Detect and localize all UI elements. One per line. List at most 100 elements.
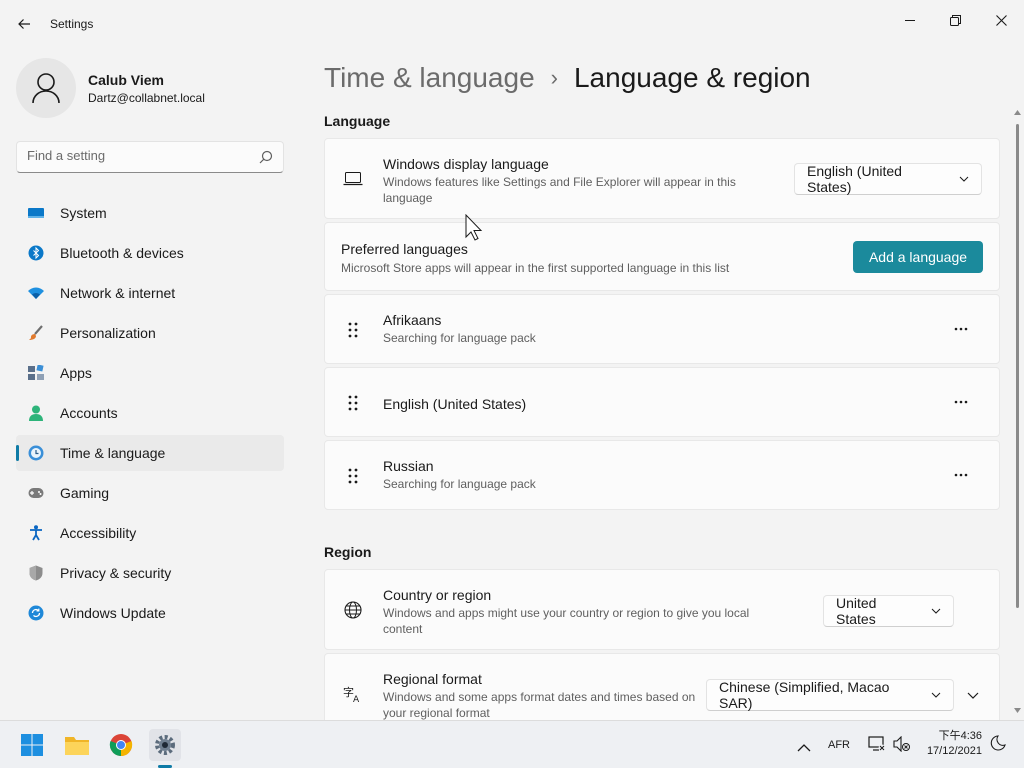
restore-icon [949, 14, 961, 26]
wifi-icon [28, 285, 44, 301]
regional-format-dropdown[interactable]: Chinese (Simplified, Macao SAR) [706, 679, 954, 711]
language-name: English (United States) [383, 396, 527, 412]
sidebar-item-label: Bluetooth & devices [60, 245, 184, 261]
more-options-icon[interactable] [945, 313, 977, 345]
country-region-title: Country or region [383, 587, 492, 603]
sidebar-item-accessibility[interactable]: Accessibility [16, 515, 284, 551]
volume-muted-icon[interactable] [893, 735, 911, 757]
vertical-scrollbar[interactable] [1012, 108, 1022, 720]
regional-format-description: Windows and some apps format dates and t… [383, 690, 696, 720]
settings-icon[interactable] [149, 729, 181, 761]
search-input[interactable] [27, 148, 247, 163]
accounts-icon [28, 405, 44, 421]
country-region-dropdown[interactable]: United States [823, 595, 954, 627]
scroll-up-icon[interactable] [1014, 110, 1021, 115]
country-region-value: United States [836, 595, 877, 627]
sidebar-item-privacy[interactable]: Privacy & security [16, 555, 284, 591]
country-region-description: Windows and apps might use your country … [383, 606, 750, 636]
start-icon[interactable] [16, 729, 48, 761]
drag-handle-icon[interactable] [343, 466, 363, 486]
sidebar-item-time-language[interactable]: Time & language [16, 435, 284, 471]
title-bar: Settings [0, 0, 1024, 48]
person-icon [32, 73, 60, 104]
bluetooth-icon [28, 245, 44, 261]
scroll-thumb[interactable] [1016, 124, 1019, 608]
profile-email: Dartz@collabnet.local [88, 91, 205, 105]
sidebar-item-label: Time & language [60, 445, 166, 461]
chrome-icon[interactable] [105, 729, 137, 761]
regional-format-card: 字A Regional format Windows and some apps… [324, 653, 1000, 720]
focus-assist-icon[interactable] [990, 735, 1006, 758]
sidebar-item-apps[interactable]: Apps [16, 355, 284, 391]
sidebar-item-label: Network & internet [60, 285, 176, 301]
language-name: Afrikaans [383, 312, 442, 328]
accessibility-icon [28, 525, 44, 541]
language-section-title: Language [324, 113, 391, 129]
regional-format-value: Chinese (Simplified, Macao SAR) [719, 679, 890, 711]
clock-time: 下午4:36 [938, 730, 982, 742]
chevron-down-icon [967, 692, 979, 699]
close-button[interactable] [978, 4, 1024, 36]
display-language-title: Windows display language [383, 156, 549, 172]
profile-name: Calub Viem [88, 72, 164, 88]
drag-handle-icon[interactable] [343, 393, 363, 413]
search-box[interactable] [16, 141, 284, 173]
app-title: Settings [50, 17, 94, 31]
sidebar-item-label: Privacy & security [60, 565, 172, 581]
language-format-icon: 字A [343, 684, 363, 704]
display-language-card: Windows display language Windows feature… [324, 138, 1000, 219]
expand-regional-format-button[interactable] [961, 683, 985, 707]
regional-format-title: Regional format [383, 671, 482, 687]
display-language-value: English (United States) [807, 163, 902, 195]
input-indicator[interactable]: AFR [828, 739, 850, 751]
mouse-cursor-icon [465, 214, 483, 241]
sidebar-nav: System Bluetooth & devices Network & int… [16, 195, 284, 635]
sidebar-item-label: Personalization [60, 325, 156, 341]
svg-text:A: A [353, 695, 360, 703]
gamepad-icon [28, 485, 44, 501]
add-language-button[interactable]: Add a language [853, 241, 983, 273]
language-status: Searching for language pack [383, 331, 536, 345]
sidebar-item-windows-update[interactable]: Windows Update [16, 595, 284, 631]
sidebar-item-accounts[interactable]: Accounts [16, 395, 284, 431]
language-item-english[interactable]: English (United States) [324, 367, 1000, 437]
preferred-languages-title: Preferred languages [341, 241, 468, 257]
apps-icon [28, 365, 44, 381]
sidebar-item-system[interactable]: System [16, 195, 284, 231]
scroll-down-icon[interactable] [1014, 708, 1021, 713]
sidebar-item-bluetooth[interactable]: Bluetooth & devices [16, 235, 284, 271]
sidebar-item-label: System [60, 205, 107, 221]
minimize-button[interactable] [887, 4, 933, 36]
back-button[interactable] [10, 10, 38, 38]
restore-button[interactable] [932, 4, 978, 36]
display-language-description: Windows features like Settings and File … [383, 175, 736, 205]
system-icon [28, 205, 44, 221]
chevron-down-icon [931, 608, 941, 614]
shield-icon [28, 565, 44, 581]
clock-date: 17/12/2021 [926, 745, 982, 757]
language-name: Russian [383, 458, 434, 474]
sidebar-item-network[interactable]: Network & internet [16, 275, 284, 311]
sidebar-item-gaming[interactable]: Gaming [16, 475, 284, 511]
globe-icon [343, 600, 363, 620]
breadcrumb-parent[interactable]: Time & language [324, 62, 535, 94]
network-status-icon[interactable] [868, 736, 886, 757]
preferred-languages-description: Microsoft Store apps will appear in the … [341, 261, 730, 275]
search-icon[interactable] [259, 150, 273, 169]
language-item-afrikaans[interactable]: Afrikaans Searching for language pack [324, 294, 1000, 364]
user-profile[interactable]: Calub Viem Dartz@collabnet.local [16, 58, 286, 118]
sidebar-item-label: Accessibility [60, 525, 137, 541]
more-options-icon[interactable] [945, 386, 977, 418]
show-hidden-icons-icon[interactable] [797, 739, 811, 757]
minimize-icon [905, 20, 915, 21]
language-item-russian[interactable]: Russian Searching for language pack [324, 440, 1000, 510]
drag-handle-icon[interactable] [343, 320, 363, 340]
breadcrumb-separator: › [550, 65, 558, 90]
file-explorer-icon[interactable] [61, 729, 93, 761]
sidebar-item-label: Apps [60, 365, 92, 381]
taskbar-clock[interactable]: 下午4:36 17/12/2021 [927, 729, 982, 759]
display-language-dropdown[interactable]: English (United States) [794, 163, 982, 195]
back-arrow-icon [18, 19, 30, 29]
sidebar-item-personalization[interactable]: Personalization [16, 315, 284, 351]
more-options-icon[interactable] [945, 459, 977, 491]
